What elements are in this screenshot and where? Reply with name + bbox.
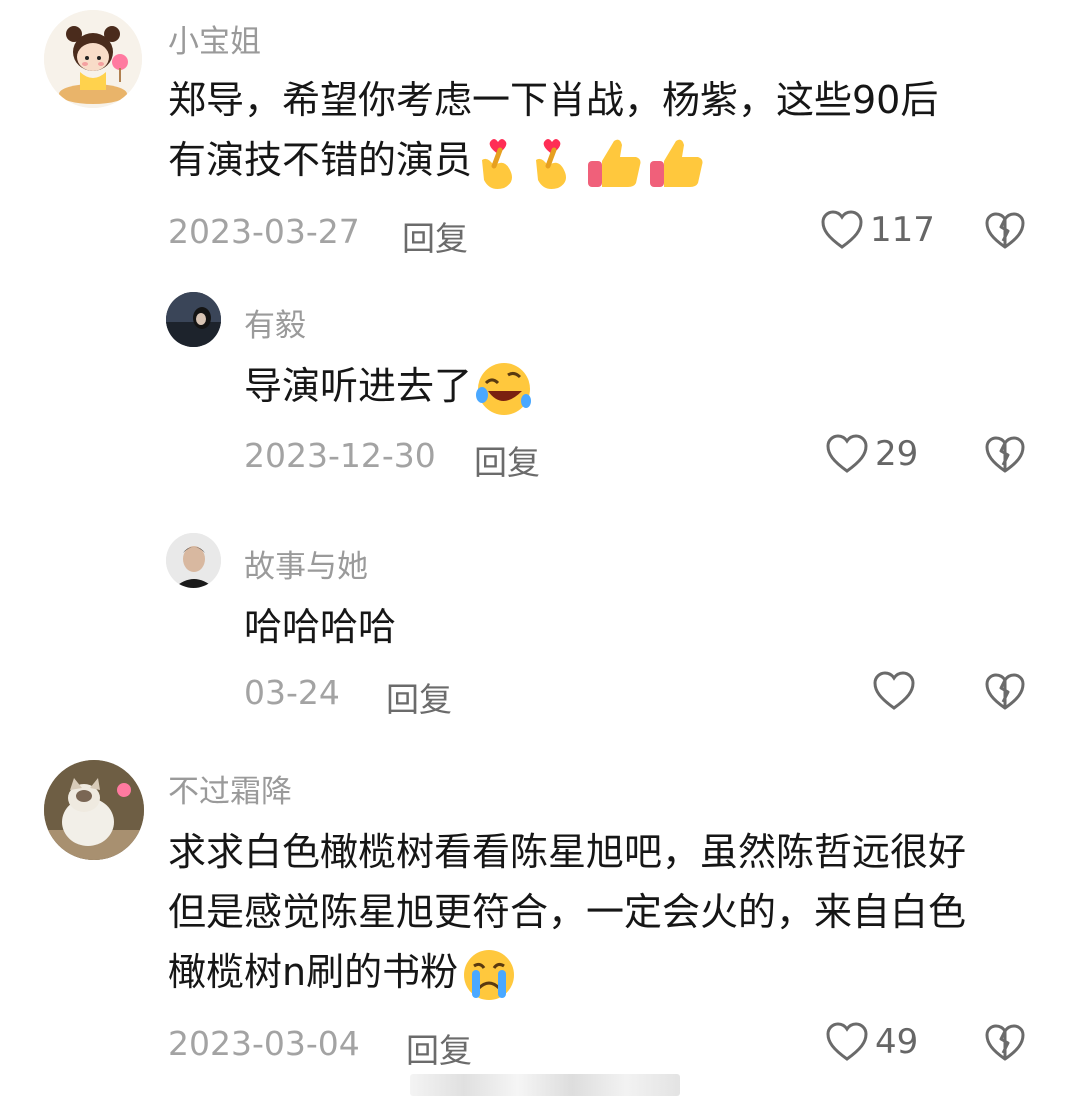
comment-text-line: 但是感觉陈星旭更符合，一定会火的，来自白色	[168, 890, 967, 934]
comment-text: 求求白色橄榄树看看陈星旭吧，虽然陈哲远很好 但是感觉陈星旭更符合，一定会火的，来…	[168, 822, 966, 1002]
comment-text-line-with-emoji: 橄榄树n刷的书粉	[168, 942, 966, 1002]
reply-button[interactable]: 回复	[386, 673, 452, 721]
cat-photo-avatar-icon	[44, 760, 144, 860]
comment-text: 哈哈哈哈	[244, 597, 396, 657]
heart-outline-icon	[821, 210, 863, 249]
dislike-button[interactable]	[984, 1023, 1026, 1067]
avatar[interactable]	[44, 10, 142, 108]
like-button[interactable]: 49	[825, 1021, 918, 1063]
finger-heart-emoji-icon	[536, 138, 567, 189]
comment-text-segment: 有演技不错的演员	[168, 138, 473, 182]
comment-item: 小宝姐 郑导，希望你考虑一下肖战，杨紫，这些90后 有演技不错的演员 2023-…	[0, 0, 1080, 260]
username[interactable]: 小宝姐	[168, 16, 261, 61]
username[interactable]: 有毅	[244, 300, 306, 345]
comment-date: 2023-12-30	[244, 436, 436, 475]
comment-date: 2023-03-04	[168, 1024, 360, 1063]
comment-text: 导演听进去了	[244, 356, 534, 417]
avatar[interactable]	[44, 760, 144, 860]
like-count: 49	[875, 1022, 919, 1062]
comment-text: 郑导，希望你考虑一下肖战，杨紫，这些90后 有演技不错的演员	[168, 70, 938, 191]
thumbs-up-emoji-icon	[650, 139, 703, 187]
broken-heart-icon	[985, 436, 1025, 473]
thumbs-up-emoji-icon	[588, 139, 641, 187]
comment-text-line-with-emoji: 导演听进去了	[244, 356, 534, 417]
comment-text-line-with-emoji: 有演技不错的演员	[168, 130, 938, 191]
like-button[interactable]: 117	[820, 209, 935, 251]
watermark-blur	[410, 1074, 680, 1096]
like-count: 29	[875, 434, 919, 474]
comment-text-segment: 橄榄树n刷的书粉	[168, 950, 459, 994]
avatar[interactable]	[166, 533, 221, 588]
heart-outline-icon	[826, 434, 868, 473]
comment-text-line: 郑导，希望你考虑一下肖战，杨紫，这些90后	[168, 78, 939, 122]
heart-outline-icon	[826, 1022, 868, 1061]
dislike-button[interactable]	[984, 435, 1026, 479]
comment-date: 2023-03-27	[168, 212, 360, 251]
like-count: 117	[870, 210, 935, 250]
like-button[interactable]	[872, 670, 922, 712]
broken-heart-icon	[985, 673, 1025, 710]
username[interactable]: 不过霜降	[168, 766, 292, 811]
rolling-laughing-emoji-icon	[476, 362, 532, 415]
comment-text-segment: 导演听进去了	[244, 364, 473, 408]
dislike-button[interactable]	[984, 211, 1026, 255]
comment-text-line: 哈哈哈哈	[244, 605, 397, 649]
username[interactable]: 故事与她	[244, 541, 368, 586]
comment-text-line: 求求白色橄榄树看看陈星旭吧，虽然陈哲远很好	[168, 830, 967, 874]
avatar[interactable]	[166, 292, 221, 347]
finger-heart-emoji-icon	[482, 138, 513, 189]
person-photo-avatar-icon	[166, 533, 221, 588]
broken-heart-icon	[985, 1024, 1025, 1061]
crying-face-emoji-icon	[464, 949, 515, 1000]
reply-button[interactable]: 回复	[406, 1024, 472, 1072]
reply-button[interactable]: 回复	[402, 212, 468, 260]
reply-button[interactable]: 回复	[474, 436, 540, 484]
dislike-button[interactable]	[984, 672, 1026, 716]
broken-heart-icon	[985, 212, 1025, 249]
person-photo-avatar-icon	[166, 292, 221, 347]
cartoon-girl-avatar-icon	[44, 10, 142, 108]
comment-date: 03-24	[244, 673, 340, 712]
like-button[interactable]: 29	[825, 433, 918, 475]
heart-outline-icon	[873, 671, 915, 710]
